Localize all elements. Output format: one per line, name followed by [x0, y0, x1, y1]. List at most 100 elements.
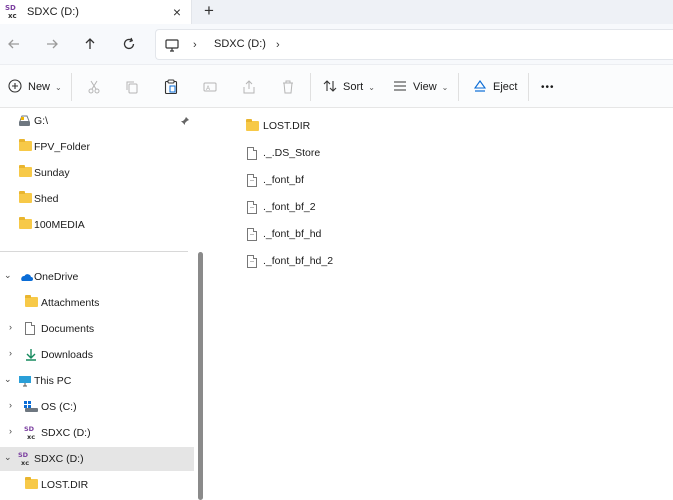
sidebar-scrollbar[interactable] — [198, 252, 203, 500]
quick-access-sunday[interactable]: Sunday — [0, 161, 194, 185]
chevron-right-icon[interactable]: › — [9, 426, 12, 436]
quick-access-shed[interactable]: Shed — [0, 187, 194, 211]
breadcrumb-chevron-icon[interactable]: › — [276, 39, 280, 51]
file-icon — [245, 227, 259, 241]
folder-icon — [19, 139, 32, 154]
sidebar-item-attachments[interactable]: Attachments — [0, 291, 194, 315]
svg-text:SD: SD — [18, 451, 29, 459]
folder-icon — [19, 165, 32, 180]
view-list-icon — [393, 80, 407, 95]
file-list: LOST.DIR ._.DS_Store ._font_bf ._font_bf… — [205, 108, 673, 500]
svg-text:xc: xc — [8, 12, 17, 19]
folder-icon — [19, 191, 32, 206]
forward-arrow-icon[interactable] — [44, 36, 60, 52]
chevron-down-icon: ⌄ — [55, 82, 62, 92]
chevron-down-icon: ⌄ — [441, 82, 449, 92]
new-tab-button[interactable]: + — [204, 1, 214, 21]
sidebar-divider — [0, 251, 188, 252]
download-icon — [25, 348, 37, 364]
paste-icon[interactable] — [164, 78, 178, 96]
tab-sdxc[interactable]: SD xc SDXC (D:) × — [0, 0, 192, 24]
sidebar-item-documents[interactable]: › Documents — [0, 317, 194, 341]
sd-card-icon: SD xc — [5, 3, 19, 22]
file-name: ._font_bf — [263, 174, 304, 186]
cut-icon[interactable] — [87, 78, 101, 96]
sidebar-item-label: Attachments — [41, 297, 100, 309]
delete-icon[interactable] — [281, 78, 295, 96]
chevron-right-icon[interactable]: › — [9, 348, 12, 358]
rename-icon[interactable]: A — [203, 78, 217, 96]
breadcrumb-sdxc[interactable]: SDXC (D:) — [214, 38, 266, 50]
navigation-pane: G:\ FPV_Folder Sunday Shed 100MEDIA ⌄ On… — [0, 108, 205, 500]
view-button[interactable]: View ⌄ — [393, 78, 448, 96]
sidebar-item-sdxc-child[interactable]: › SD xc SDXC (D:) — [0, 421, 194, 445]
folder-icon — [25, 295, 38, 310]
sidebar-item-label: SDXC (D:) — [41, 427, 91, 439]
document-icon — [25, 322, 35, 338]
folder-icon — [25, 477, 38, 492]
sidebar-item-onedrive[interactable]: ⌄ OneDrive — [0, 265, 194, 289]
file-name: ._.DS_Store — [263, 147, 321, 159]
copy-icon[interactable] — [125, 78, 139, 96]
drive-icon — [18, 115, 31, 130]
up-arrow-icon[interactable] — [82, 36, 98, 52]
quick-access-fpv-folder[interactable]: FPV_Folder — [0, 135, 194, 159]
chevron-down-icon[interactable]: ⌄ — [4, 452, 12, 463]
file-name: LOST.DIR — [263, 120, 311, 132]
tab-title: SDXC (D:) — [27, 6, 79, 18]
breadcrumb-chevron-icon[interactable]: › — [193, 39, 197, 51]
file-row[interactable]: LOST.DIR — [245, 116, 310, 136]
file-icon — [245, 173, 259, 187]
sidebar-item-label: Shed — [34, 193, 59, 205]
sidebar-item-this-pc[interactable]: ⌄ This PC — [0, 369, 194, 393]
file-name: ._font_bf_hd_2 — [263, 255, 334, 267]
file-row[interactable]: ._font_bf_hd — [245, 224, 321, 244]
divider — [458, 73, 459, 101]
chevron-right-icon[interactable]: › — [9, 400, 12, 410]
monitor-icon — [18, 375, 32, 390]
eject-label: Eject — [493, 81, 518, 93]
eject-button[interactable]: Eject — [473, 78, 517, 96]
sidebar-item-sdxc-root[interactable]: ⌄ SD xc SDXC (D:) — [0, 447, 194, 471]
sort-label: Sort — [343, 81, 364, 93]
sidebar-item-label: OneDrive — [34, 271, 79, 283]
folder-icon — [245, 119, 259, 131]
more-options-icon[interactable]: ••• — [541, 78, 555, 96]
svg-text:SD: SD — [24, 425, 35, 433]
file-name: ._font_bf_2 — [263, 201, 316, 213]
chevron-down-icon[interactable]: ⌄ — [4, 270, 12, 281]
close-tab-icon[interactable]: × — [173, 4, 181, 20]
file-name: ._font_bf_hd — [263, 228, 322, 240]
sidebar-item-label: Sunday — [34, 167, 70, 179]
sort-button[interactable]: Sort ⌄ — [323, 78, 375, 96]
sidebar-item-downloads[interactable]: › Downloads — [0, 343, 194, 367]
sidebar-item-label: SDXC (D:) — [34, 453, 84, 465]
computer-icon[interactable] — [165, 39, 179, 55]
new-label: New — [28, 81, 51, 93]
sidebar-item-os-c[interactable]: › OS (C:) — [0, 395, 194, 419]
address-bar[interactable]: › SDXC (D:) › — [155, 29, 673, 60]
file-row[interactable]: ._.DS_Store — [245, 143, 320, 163]
file-row[interactable]: ._font_bf — [245, 170, 304, 190]
pin-icon[interactable] — [180, 116, 190, 129]
chevron-right-icon[interactable]: › — [9, 322, 12, 332]
file-row[interactable]: ._font_bf_2 — [245, 197, 316, 217]
quick-access-100media[interactable]: 100MEDIA — [0, 213, 194, 237]
refresh-icon[interactable] — [121, 36, 137, 52]
chevron-down-icon[interactable]: ⌄ — [4, 374, 12, 385]
sidebar-item-label: This PC — [34, 375, 72, 387]
back-arrow-icon[interactable] — [6, 36, 22, 52]
cloud-icon — [18, 272, 33, 285]
sd-card-icon: SD xc — [24, 424, 37, 443]
navigation-bar: › SDXC (D:) › — [0, 24, 673, 64]
eject-icon — [473, 79, 487, 96]
svg-text:SD: SD — [5, 4, 16, 12]
new-button[interactable]: New ⌄ — [8, 78, 62, 96]
sidebar-item-lost-dir[interactable]: LOST.DIR — [0, 473, 194, 497]
quick-access-g-drive[interactable]: G:\ — [0, 109, 194, 133]
sd-card-icon: SD xc — [18, 450, 31, 469]
share-icon[interactable] — [242, 78, 256, 96]
sidebar-item-label: 100MEDIA — [34, 219, 85, 231]
file-row[interactable]: ._font_bf_hd_2 — [245, 251, 333, 271]
sidebar-item-label: G:\ — [34, 115, 49, 127]
